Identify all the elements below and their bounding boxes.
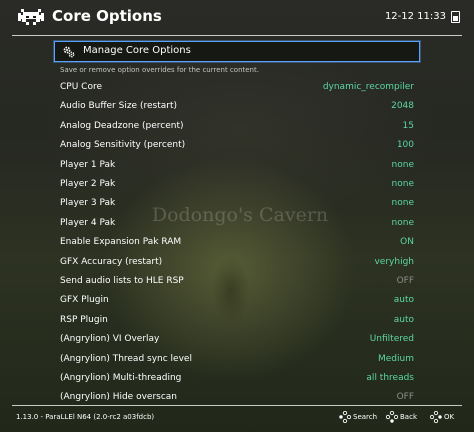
manage-core-options-label: Manage Core Options — [83, 45, 191, 56]
option-value: 100 — [396, 140, 414, 151]
option-label: Send audio lists to HLE RSP — [60, 276, 184, 286]
option-label: Player 3 Pak — [60, 198, 116, 209]
clock: 12-12 11:33 — [384, 11, 446, 22]
option-label: (Angrylion) Multi-threading — [60, 373, 182, 383]
gamepad-face-buttons-icon — [339, 411, 351, 423]
option-row[interactable]: GFX Accuracy (restart) veryhigh — [60, 255, 414, 274]
option-value: ON — [400, 237, 414, 248]
page-title: Core Options — [52, 7, 162, 25]
option-value: none — [391, 198, 414, 209]
option-row[interactable]: (Angrylion) Hide overscan OFF — [60, 390, 414, 409]
option-row[interactable]: Player 2 Pak none — [60, 177, 414, 196]
option-label: GFX Accuracy (restart) — [60, 256, 163, 267]
selected-item-sublabel: Save or remove option overrides for the … — [60, 66, 259, 74]
option-value: Medium — [378, 353, 414, 364]
option-row[interactable]: GFX Plugin auto — [60, 293, 414, 312]
option-label: Player 2 Pak — [60, 179, 116, 189]
option-row[interactable]: CPU Core dynamic_recompiler — [60, 80, 414, 99]
option-value: auto — [393, 314, 414, 325]
option-label: CPU Core — [60, 82, 102, 92]
option-row[interactable]: (Angrylion) Thread sync level Medium — [60, 352, 414, 371]
option-label: GFX Plugin — [60, 295, 109, 306]
gamepad-face-buttons-icon — [430, 411, 442, 423]
option-row[interactable]: (Angrylion) VI Overlay Unfiltered — [60, 332, 414, 351]
header-divider — [12, 35, 462, 36]
header: Core Options 12-12 11:33 — [0, 0, 474, 34]
option-value: none — [391, 217, 414, 228]
back-label: Back — [400, 413, 417, 421]
option-value: veryhigh — [374, 256, 414, 267]
option-value: none — [391, 159, 414, 170]
option-row[interactable]: Analog Deadzone (percent) 15 — [60, 119, 414, 138]
manage-core-options-item[interactable]: Manage Core Options — [54, 41, 420, 62]
option-row[interactable]: Enable Expansion Pak RAM ON — [60, 235, 414, 254]
option-row[interactable]: RSP Plugin auto — [60, 313, 414, 332]
option-value: OFF — [396, 276, 414, 286]
option-value: all threads — [366, 373, 414, 383]
option-value: OFF — [396, 392, 414, 403]
option-row[interactable]: (Angrylion) Multi-threading all threads — [60, 371, 414, 390]
option-label: Enable Expansion Pak RAM — [60, 237, 182, 248]
option-label: (Angrylion) VI Overlay — [60, 334, 160, 345]
option-value: dynamic_recompiler — [322, 82, 414, 92]
ok-label: OK — [444, 413, 455, 421]
gamepad-face-buttons-icon — [386, 411, 398, 423]
option-value: 2048 — [391, 101, 414, 112]
retroarch-logo-icon — [18, 9, 44, 25]
option-value: none — [391, 179, 414, 189]
option-row[interactable]: Player 3 Pak none — [60, 196, 414, 215]
option-label: Player 1 Pak — [60, 159, 116, 170]
option-label: Analog Deadzone (percent) — [60, 120, 184, 131]
option-label: (Angrylion) Hide overscan — [60, 392, 177, 403]
search-label: Search — [353, 413, 378, 421]
option-row[interactable]: Player 1 Pak none — [60, 158, 414, 177]
battery-icon — [451, 11, 460, 23]
option-row[interactable]: Player 4 Pak none — [60, 216, 414, 235]
core-version: 1.13.0 - ParaLLEl N64 (2.0-rc2 a03fdcb) — [16, 413, 155, 421]
option-label: (Angrylion) Thread sync level — [60, 353, 192, 364]
option-label: Analog Sensitivity (percent) — [60, 140, 186, 151]
footer-divider — [12, 405, 462, 406]
option-value: Unfiltered — [369, 334, 414, 345]
option-label: RSP Plugin — [60, 314, 108, 325]
option-value: auto — [393, 295, 414, 306]
option-label: Player 4 Pak — [60, 217, 116, 228]
option-row[interactable]: Analog Sensitivity (percent) 100 — [60, 138, 414, 157]
option-value: 15 — [402, 120, 414, 131]
option-row[interactable]: Send audio lists to HLE RSP OFF — [60, 274, 414, 293]
option-row[interactable]: Audio Buffer Size (restart) 2048 — [60, 99, 414, 118]
gears-icon — [63, 46, 75, 58]
option-label: Audio Buffer Size (restart) — [60, 101, 177, 112]
